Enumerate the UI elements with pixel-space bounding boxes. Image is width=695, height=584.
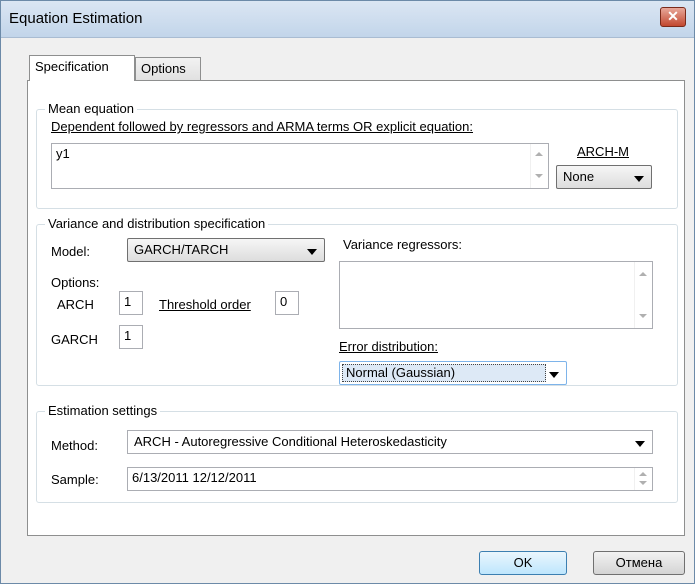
arch-order-input[interactable]: 1: [119, 291, 143, 315]
garch-order-value: 1: [124, 328, 132, 343]
estimation-settings-group: Estimation settings Method: ARCH - Autor…: [36, 403, 678, 503]
close-button[interactable]: ✕: [660, 7, 686, 27]
variance-title: Variance and distribution specification: [45, 216, 269, 231]
chevron-down-icon: [307, 249, 317, 255]
cancel-label: Отмена: [615, 555, 663, 570]
model-label: Model:: [51, 244, 91, 259]
garch-label: GARCH: [51, 332, 98, 347]
close-icon: ✕: [667, 8, 679, 24]
sample-label: Sample:: [51, 472, 99, 487]
mean-equation-prompt: Dependent followed by regressors and ARM…: [51, 119, 473, 134]
tab-options[interactable]: Options: [135, 57, 201, 81]
chevron-down-icon: [634, 176, 644, 182]
error-distribution-label: Error distribution:: [339, 339, 438, 354]
equation-estimation-dialog: Equation Estimation ✕ Specification Opti…: [0, 0, 695, 584]
scroll-up-icon[interactable]: [535, 152, 543, 156]
scroll-down-icon[interactable]: [639, 481, 647, 485]
mean-equation-value: y1: [56, 146, 70, 161]
variance-group: Variance and distribution specification …: [36, 216, 678, 386]
error-distribution-value: Normal (Gaussian): [346, 365, 456, 380]
ok-button[interactable]: OK: [479, 551, 567, 575]
method-value: ARCH - Autoregressive Conditional Hetero…: [134, 434, 447, 449]
archm-value: None: [563, 169, 595, 184]
garch-order-input[interactable]: 1: [119, 325, 143, 349]
scroll-down-icon[interactable]: [639, 314, 647, 318]
options-label: Options:: [51, 275, 100, 290]
title-bar[interactable]: Equation Estimation ✕: [1, 1, 694, 38]
method-dropdown[interactable]: ARCH - Autoregressive Conditional Hetero…: [127, 430, 653, 454]
tab-specification[interactable]: Specification: [29, 55, 135, 81]
window-title: Equation Estimation: [9, 10, 143, 27]
cancel-button[interactable]: Отмена: [593, 551, 685, 575]
method-label: Method:: [51, 438, 98, 453]
mean-equation-scrollbar[interactable]: [530, 144, 548, 188]
arch-label: ARCH: [57, 297, 94, 312]
variance-regressors-label: Variance regressors:: [343, 237, 462, 252]
scroll-up-icon[interactable]: [639, 472, 647, 476]
archm-dropdown[interactable]: None: [556, 165, 652, 189]
variance-regressors-scrollbar[interactable]: [634, 262, 652, 328]
mean-equation-input[interactable]: y1: [51, 143, 549, 189]
specification-panel: Mean equation Dependent followed by regr…: [27, 80, 685, 536]
scroll-up-icon[interactable]: [639, 272, 647, 276]
arch-order-value: 1: [124, 294, 132, 309]
model-dropdown[interactable]: GARCH/TARCH: [127, 238, 325, 262]
sample-input[interactable]: 6/13/2011 12/12/2011: [127, 467, 653, 491]
model-value: GARCH/TARCH: [134, 242, 229, 257]
sample-value: 6/13/2011 12/12/2011: [132, 470, 257, 485]
tab-options-label: Options: [141, 61, 186, 76]
variance-regressors-input[interactable]: [339, 261, 653, 329]
sample-scrollbar[interactable]: [634, 468, 652, 490]
threshold-order-input[interactable]: 0: [275, 291, 299, 315]
threshold-label: Threshold order: [159, 297, 251, 312]
mean-equation-group: Mean equation Dependent followed by regr…: [36, 101, 678, 209]
archm-label: ARCH-M: [577, 144, 629, 159]
chevron-down-icon: [549, 372, 559, 378]
scroll-down-icon[interactable]: [535, 174, 543, 178]
tab-specification-label: Specification: [35, 59, 109, 74]
chevron-down-icon: [635, 441, 645, 447]
ok-label: OK: [513, 555, 533, 570]
estimation-settings-title: Estimation settings: [45, 403, 161, 418]
threshold-order-value: 0: [280, 294, 288, 309]
error-distribution-dropdown[interactable]: Normal (Gaussian): [339, 361, 567, 385]
mean-equation-title: Mean equation: [45, 101, 138, 116]
